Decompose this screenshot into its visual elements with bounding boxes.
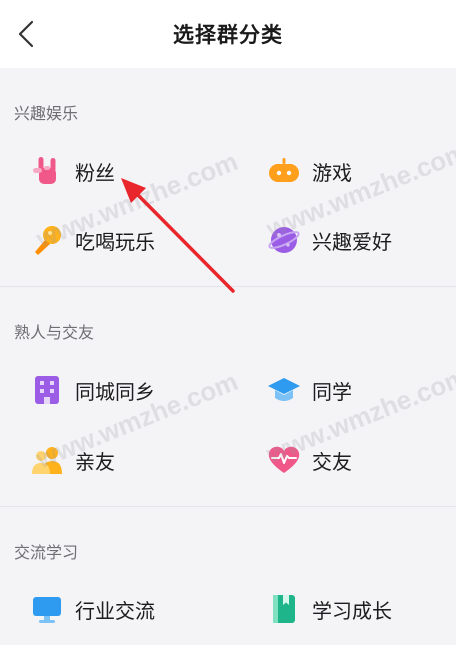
category-item-dating[interactable]: 交友 bbox=[267, 438, 352, 482]
category-item-industry[interactable]: 行业交流 bbox=[30, 587, 155, 631]
category-label: 行业交流 bbox=[75, 598, 155, 623]
category-item-games[interactable]: 游戏 bbox=[267, 149, 352, 193]
gamepad-icon bbox=[267, 154, 301, 188]
category-label: 同学 bbox=[312, 379, 352, 404]
rock-hand-icon bbox=[30, 154, 64, 188]
category-item-same-city[interactable]: 同城同乡 bbox=[30, 368, 155, 412]
category-item-study[interactable]: 学习成长 bbox=[267, 587, 392, 631]
section-title-learning: 交流学习 bbox=[14, 543, 79, 562]
graduation-cap-icon bbox=[267, 373, 301, 407]
microphone-icon bbox=[30, 223, 64, 257]
category-item-hobbies[interactable]: 兴趣爱好 bbox=[267, 218, 392, 262]
page-title: 选择群分类 bbox=[173, 23, 283, 47]
heart-pulse-icon bbox=[267, 443, 301, 477]
app-screen: 选择群分类 兴趣娱乐 粉丝 游戏 吃喝玩乐 兴趣爱好 熟人与交友 同城同乡 同学… bbox=[0, 0, 456, 645]
back-button[interactable] bbox=[8, 14, 44, 54]
category-label: 兴趣爱好 bbox=[312, 229, 392, 254]
category-label: 学习成长 bbox=[312, 598, 392, 623]
category-label: 游戏 bbox=[312, 160, 352, 185]
category-label: 交友 bbox=[312, 449, 352, 474]
section-divider bbox=[0, 506, 456, 507]
category-item-fans[interactable]: 粉丝 bbox=[30, 149, 115, 193]
category-label: 亲友 bbox=[75, 449, 115, 474]
category-label: 吃喝玩乐 bbox=[75, 229, 155, 254]
category-item-food-fun[interactable]: 吃喝玩乐 bbox=[30, 218, 155, 262]
building-icon bbox=[30, 373, 64, 407]
category-label: 同城同乡 bbox=[75, 379, 155, 404]
category-label: 粉丝 bbox=[75, 160, 115, 185]
planet-icon bbox=[267, 223, 301, 257]
people-icon bbox=[30, 443, 64, 477]
chevron-left-icon bbox=[18, 20, 34, 48]
section-title-acquaintances: 熟人与交友 bbox=[14, 323, 95, 342]
category-item-classmates[interactable]: 同学 bbox=[267, 368, 352, 412]
nav-bar: 选择群分类 bbox=[0, 0, 456, 68]
section-divider bbox=[0, 286, 456, 287]
section-title-entertainment: 兴趣娱乐 bbox=[14, 104, 79, 123]
monitor-icon bbox=[30, 592, 64, 626]
category-item-family-friends[interactable]: 亲友 bbox=[30, 438, 115, 482]
book-icon bbox=[267, 592, 301, 626]
